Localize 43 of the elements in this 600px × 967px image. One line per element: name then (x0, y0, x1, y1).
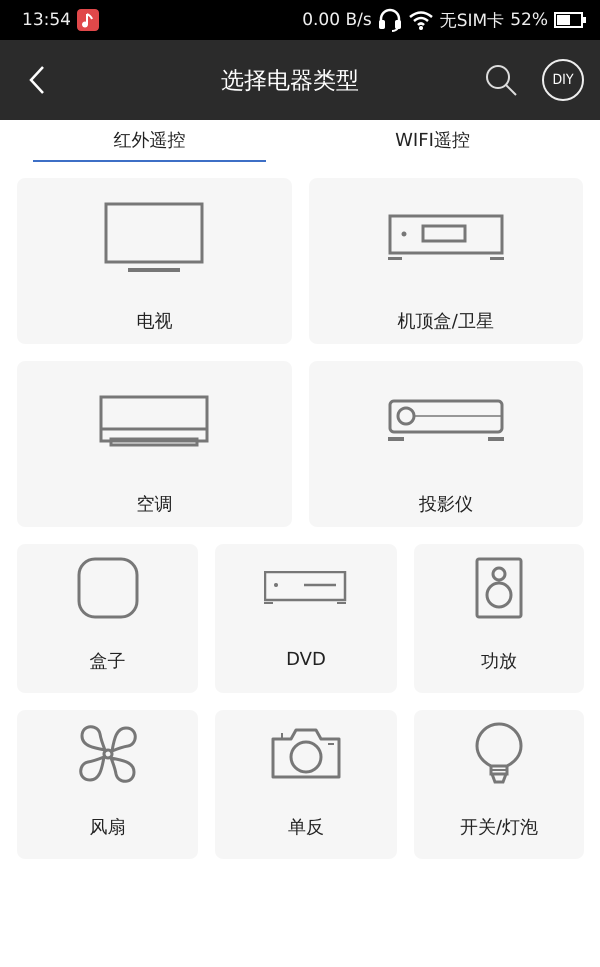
sim-status: 无SIM卡 (440, 10, 504, 32)
device-label: 电视 (136, 310, 172, 333)
network-speed: 0.00 B/s (302, 10, 372, 30)
music-note-icon (77, 9, 99, 31)
device-card[interactable]: 单反 (215, 710, 397, 859)
device-card[interactable]: 风扇 (17, 710, 198, 859)
dvd-player-icon (264, 571, 348, 605)
device-card[interactable]: 功放 (414, 544, 584, 693)
headset-icon (378, 8, 402, 32)
device-card[interactable]: DVD (215, 544, 397, 693)
back-button[interactable] (28, 65, 46, 95)
device-label: 单反 (288, 816, 324, 839)
set-top-box-icon (388, 214, 504, 262)
device-card[interactable]: 空调 (17, 361, 292, 527)
device-card[interactable]: 盒子 (17, 544, 198, 693)
speaker-icon (475, 557, 523, 619)
air-conditioner-icon (99, 395, 210, 447)
wifi-icon (408, 10, 434, 30)
device-label: 风扇 (90, 816, 126, 839)
tab[interactable]: WIFI遥控 (316, 120, 549, 162)
clock-time: 13:54 (22, 10, 71, 30)
device-label: 盒子 (90, 650, 126, 673)
device-label: 功放 (481, 650, 517, 673)
device-card[interactable]: 开关/灯泡 (414, 710, 584, 859)
projector-icon (388, 399, 504, 443)
battery-icon (554, 12, 586, 28)
search-button[interactable] (484, 63, 518, 97)
tab[interactable]: 红外遥控 (33, 120, 266, 162)
device-label: 机顶盒/卫星 (398, 310, 494, 333)
light-bulb-icon (475, 722, 523, 786)
device-label: 投影仪 (418, 493, 473, 516)
diy-button[interactable]: DIY (542, 59, 584, 101)
camera-icon (269, 727, 343, 781)
device-card[interactable]: 机顶盒/卫星 (308, 178, 583, 344)
device-label: DVD (286, 649, 326, 670)
device-card[interactable]: 电视 (17, 178, 292, 344)
battery-percent: 52% (510, 10, 548, 30)
tv-icon (104, 202, 204, 274)
device-card[interactable]: 投影仪 (308, 361, 583, 527)
rounded-square-icon (76, 557, 138, 619)
device-label: 开关/灯泡 (460, 816, 538, 839)
device-label: 空调 (136, 493, 172, 516)
screen-title: 选择电器类型 (220, 66, 360, 96)
